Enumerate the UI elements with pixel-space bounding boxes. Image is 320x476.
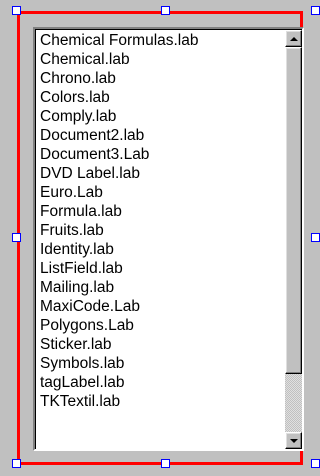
resize-handle-bottom-right[interactable]: [311, 459, 320, 468]
list-item[interactable]: tagLabel.lab: [40, 373, 199, 392]
resize-handle-middle-right[interactable]: [311, 233, 320, 242]
scroll-up-button[interactable]: [285, 30, 302, 47]
resize-handle-top-left[interactable]: [12, 6, 21, 15]
resize-handle-top-center[interactable]: [161, 6, 170, 15]
list-item[interactable]: Colors.lab: [40, 88, 199, 107]
listbox-content-area: Chemical Formulas.lab Chemical.lab Chron…: [35, 29, 302, 449]
list-item[interactable]: Chrono.lab: [40, 69, 199, 88]
resize-handle-top-right[interactable]: [311, 6, 320, 15]
list-item[interactable]: Formula.lab: [40, 202, 199, 221]
scrollbar-thumb[interactable]: [285, 47, 302, 374]
file-list: Chemical Formulas.lab Chemical.lab Chron…: [40, 31, 199, 411]
list-item[interactable]: Document3.Lab: [40, 145, 199, 164]
resize-handle-middle-left[interactable]: [12, 233, 21, 242]
list-item[interactable]: Mailing.lab: [40, 278, 199, 297]
list-item[interactable]: Euro.Lab: [40, 183, 199, 202]
resize-handle-bottom-center[interactable]: [161, 459, 170, 468]
list-item[interactable]: Sticker.lab: [40, 335, 199, 354]
list-item[interactable]: Fruits.lab: [40, 221, 199, 240]
file-listbox[interactable]: Chemical Formulas.lab Chemical.lab Chron…: [33, 27, 304, 451]
list-item[interactable]: Identity.lab: [40, 240, 199, 259]
list-item[interactable]: Polygons.Lab: [40, 316, 199, 335]
list-item[interactable]: MaxiCode.Lab: [40, 297, 199, 316]
list-item[interactable]: Chemical.lab: [40, 50, 199, 69]
scroll-down-button[interactable]: [285, 432, 302, 449]
list-item[interactable]: Document2.lab: [40, 126, 199, 145]
triangle-down-icon: [290, 439, 298, 443]
list-item[interactable]: Comply.lab: [40, 107, 199, 126]
list-item[interactable]: Symbols.lab: [40, 354, 199, 373]
list-item[interactable]: ListField.lab: [40, 259, 199, 278]
list-item[interactable]: TKTextil.lab: [40, 392, 199, 411]
vertical-scrollbar[interactable]: [285, 30, 302, 449]
triangle-up-icon: [290, 37, 298, 41]
resize-handle-bottom-left[interactable]: [12, 459, 21, 468]
list-item[interactable]: Chemical Formulas.lab: [40, 31, 199, 50]
list-item[interactable]: DVD Label.lab: [40, 164, 199, 183]
